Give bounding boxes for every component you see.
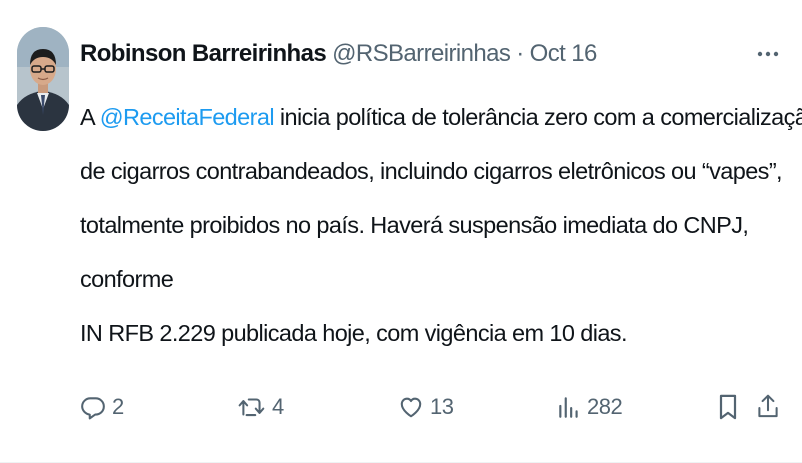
more-options-button[interactable] [754,40,782,68]
tweet-line-4: conforme [80,266,174,292]
tweet-text-segment: inicia política de tolerância zero com a… [273,104,802,130]
tweet-date[interactable]: Oct 16 [530,40,598,68]
bookmark-button[interactable] [716,385,740,429]
action-bar: 2 4 13 282 [0,385,802,429]
tweet-line-3: totalmente proibidos no país. Haverá sus… [80,212,749,238]
reply-icon [80,394,106,420]
more-dots-icon [757,51,779,57]
tweet-header: Robinson Barreirinhas @RSBarreirinhas · … [80,34,597,74]
like-count: 13 [430,394,454,419]
retweet-count: 4 [272,394,284,419]
avatar[interactable] [17,27,69,131]
views-count: 282 [587,394,623,419]
display-name[interactable]: Robinson Barreirinhas [80,40,327,68]
retweet-button[interactable]: 4 [238,385,284,429]
tweet-line-5: IN RFB 2.229 publicada hoje, com vigênci… [80,320,627,346]
separator-dot: · [516,40,524,67]
views-button[interactable]: 282 [557,385,623,429]
tweet-text-segment: A [80,104,100,130]
retweet-icon [238,394,266,420]
reply-button[interactable]: 2 [80,385,124,429]
bookmark-icon [716,393,740,421]
tweet-line-1: A @ReceitaFederal inicia política de tol… [80,90,802,144]
tweet-text: A @ReceitaFederal inicia política de tol… [80,90,802,360]
reply-count: 2 [112,394,124,419]
share-icon [756,393,780,421]
mention-link[interactable]: @ReceitaFederal [100,104,275,130]
tweet-card[interactable]: Robinson Barreirinhas @RSBarreirinhas · … [0,0,802,463]
views-chart-icon [557,394,581,420]
user-handle[interactable]: @RSBarreirinhas [332,40,511,68]
tweet-line-2: de cigarros contrabandeados, incluindo c… [80,158,783,184]
share-button[interactable] [756,385,780,429]
heart-icon [398,394,424,420]
like-button[interactable]: 13 [398,385,454,429]
profile-photo-icon [17,27,69,131]
